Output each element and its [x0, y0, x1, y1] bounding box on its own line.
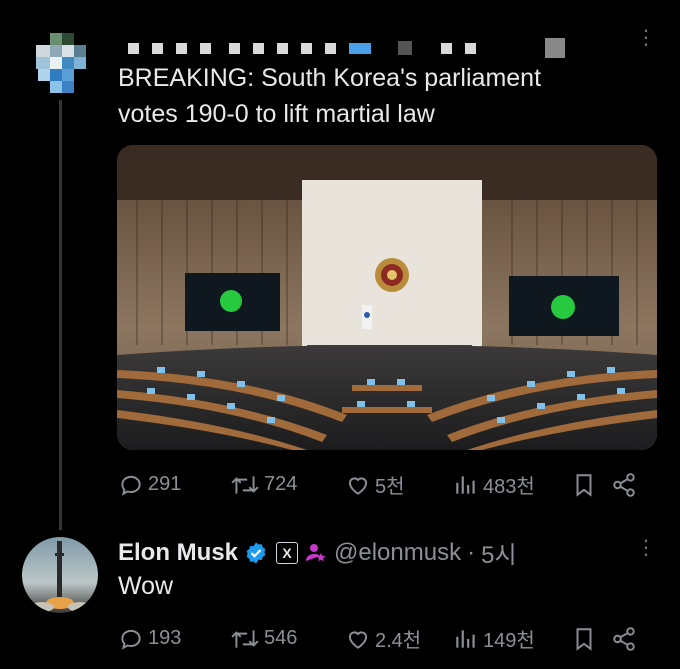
subscription-icon — [306, 543, 326, 561]
author-name-obscured[interactable] — [128, 38, 578, 58]
author-avatar-pixelated[interactable] — [36, 33, 94, 97]
bookmark-icon — [576, 473, 592, 497]
share-icon — [613, 472, 635, 497]
repost-icon — [231, 629, 259, 648]
views-button[interactable]: 149천 — [453, 624, 571, 653]
reply-count: 193 — [148, 627, 182, 649]
like-count: 5천 — [375, 476, 405, 498]
like-button[interactable]: 2.4천 — [345, 624, 453, 653]
author-name[interactable]: Elon Musk — [118, 539, 238, 567]
views-icon — [456, 475, 475, 494]
parliament-photo[interactable] — [117, 145, 657, 450]
elon-musk-avatar[interactable] — [22, 537, 98, 613]
tweet-text: BREAKING: South Korea's parliament votes… — [118, 60, 638, 132]
reply-icon — [121, 475, 141, 496]
bookmark-button[interactable] — [571, 626, 611, 652]
tweet-text-line-1: BREAKING: South Korea's parliament — [118, 64, 542, 92]
tweet-action-bar: 291 724 5천 483천 — [118, 470, 648, 499]
bookmark-button[interactable] — [571, 472, 611, 498]
reply-action-bar: 193 546 2.4천 149천 — [118, 624, 648, 653]
reply-icon — [121, 629, 141, 650]
reply-count: 291 — [148, 473, 182, 495]
views-button[interactable]: 483천 — [453, 470, 571, 499]
share-button[interactable] — [611, 472, 637, 498]
views-count: 149천 — [483, 630, 535, 652]
share-icon — [613, 626, 635, 651]
repost-count: 724 — [264, 473, 298, 495]
bookmark-icon — [576, 627, 592, 651]
like-count: 2.4천 — [375, 630, 422, 652]
share-button[interactable] — [611, 626, 637, 652]
more-vertical-icon[interactable]: ⋮ — [636, 28, 656, 48]
views-count: 483천 — [483, 476, 535, 498]
like-button[interactable]: 5천 — [345, 470, 453, 499]
separator: · — [467, 538, 476, 566]
repost-count: 546 — [264, 627, 298, 649]
verified-badge-icon — [246, 542, 266, 563]
heart-icon — [348, 631, 368, 649]
repost-icon — [231, 475, 259, 494]
reply-button[interactable]: 193 — [118, 626, 230, 652]
x-affiliate-icon: X — [276, 541, 299, 564]
repost-button[interactable]: 546 — [230, 626, 345, 652]
tweet-text-line-2: votes 190-0 to lift martial law — [118, 100, 435, 128]
reply-text: Wow — [118, 572, 174, 600]
more-vertical-icon[interactable]: ⋮ — [636, 538, 656, 558]
post-time[interactable]: 5시 — [481, 535, 516, 570]
reply-button[interactable]: 291 — [118, 472, 230, 498]
views-icon — [456, 629, 475, 648]
thread-line — [59, 100, 62, 530]
reply-header: Elon Musk X @elonmusk · 5시 — [118, 535, 517, 570]
repost-button[interactable]: 724 — [230, 472, 345, 498]
heart-icon — [348, 477, 368, 495]
author-handle[interactable]: @elonmusk — [334, 539, 461, 567]
